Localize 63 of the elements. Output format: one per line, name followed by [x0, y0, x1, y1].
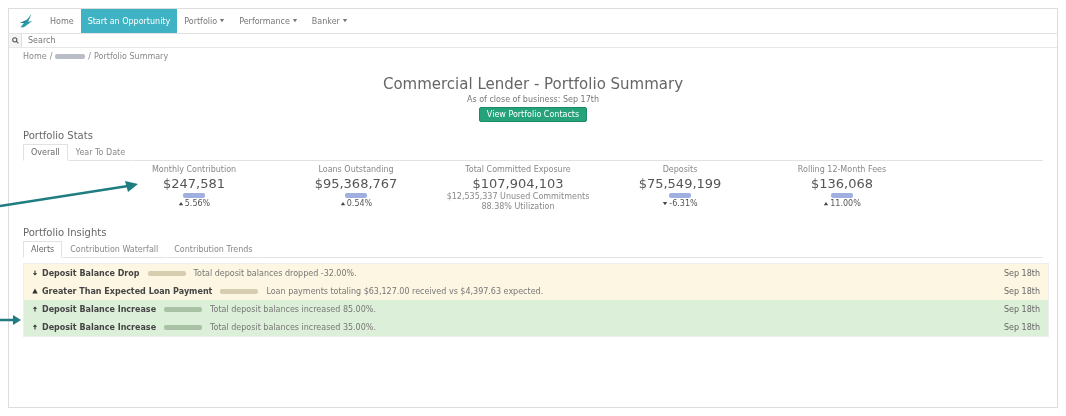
up-arrow-icon	[32, 324, 38, 330]
change-indicator: -6.31%	[662, 199, 698, 208]
alert-date: Sep 18th	[1004, 322, 1040, 332]
blurred-link[interactable]	[669, 193, 691, 198]
tab[interactable]: Overall	[23, 144, 68, 161]
as-of-date: As of close of business: Sep 17th	[467, 95, 599, 104]
down-arrow-icon	[32, 270, 38, 276]
alert-date: Sep 18th	[1004, 268, 1040, 278]
change-indicator: 11.00%	[823, 199, 861, 208]
nav-item[interactable]: Portfolio	[177, 9, 233, 33]
section-heading: Portfolio Insights	[23, 227, 108, 238]
page-title: Commercial Lender - Portfolio Summary	[382, 75, 684, 93]
search-button[interactable]	[9, 34, 22, 47]
stat-note: 88.38% Utilization	[481, 202, 555, 211]
stat-value: $107,904,103	[472, 176, 564, 191]
breadcrumb-current: Portfolio Summary	[94, 52, 169, 61]
warning-icon	[32, 288, 38, 294]
alert-message: Total deposit balances dropped -32.00%.	[193, 268, 358, 278]
stat-label: Loans Outstanding	[318, 165, 394, 174]
nav-item[interactable]: Home	[43, 9, 81, 33]
tab[interactable]: Alerts	[23, 241, 63, 258]
nav-item[interactable]: Performance	[232, 9, 305, 33]
blurred-text	[220, 288, 259, 294]
blurred-link[interactable]	[345, 193, 367, 198]
breadcrumb-separator: /	[88, 52, 92, 61]
tab[interactable]: Contribution Trends	[166, 241, 261, 258]
alert-title: Deposit Balance Increase	[42, 304, 157, 314]
stat-value: $75,549,199	[638, 176, 722, 191]
alert-message: Total deposit balances increased 35.00%.	[210, 322, 377, 332]
annotation-arrow	[0, 315, 22, 325]
tab[interactable]: Contribution Waterfall	[62, 241, 167, 258]
blurred-text	[164, 324, 203, 330]
blurred-link[interactable]	[831, 193, 853, 198]
tab[interactable]: Year To Date	[67, 144, 134, 161]
stat-label: Deposits	[662, 165, 698, 174]
stat-value: $247,581	[163, 176, 225, 191]
breadcrumb-separator: /	[49, 52, 53, 61]
blurred-link[interactable]	[183, 193, 205, 198]
alert-date: Sep 18th	[1004, 286, 1040, 296]
stat-label: Rolling 12-Month Fees	[797, 165, 887, 174]
alert-title: Deposit Balance Increase	[42, 322, 157, 332]
blurred-text	[147, 270, 186, 276]
search-icon	[11, 37, 19, 44]
alert-message: Total deposit balances increased 85.00%.	[210, 304, 377, 314]
nav-item[interactable]: Start an Opportunity	[80, 9, 178, 33]
blurred-text	[55, 54, 86, 59]
nav-item[interactable]: Banker	[304, 9, 355, 33]
stat-value: $136,068	[811, 176, 873, 191]
alert-date: Sep 18th	[1004, 304, 1040, 314]
view-contacts-button[interactable]: View Portfolio Contacts	[478, 107, 588, 122]
change-indicator: 0.54%	[339, 199, 373, 208]
stat-value: $95,368,767	[314, 176, 398, 191]
stat-note: $12,535,337 Unused Commitments	[446, 192, 590, 201]
section-heading: Portfolio Stats	[23, 130, 94, 141]
stat-label: Monthly Contribution	[151, 165, 237, 174]
alert-message: Loan payments totaling $63,127.00 received vs $4,397.63 expected.	[266, 286, 545, 296]
alert-title: Greater Than Expected Loan Payment	[42, 286, 213, 296]
breadcrumb-link[interactable]: Home	[23, 52, 47, 61]
blurred-text	[164, 306, 203, 312]
up-arrow-icon	[32, 306, 38, 312]
stat-label: Total Committed Exposure	[465, 165, 571, 174]
change-indicator: 5.56%	[177, 199, 211, 208]
alert-title: Deposit Balance Drop	[42, 268, 140, 278]
